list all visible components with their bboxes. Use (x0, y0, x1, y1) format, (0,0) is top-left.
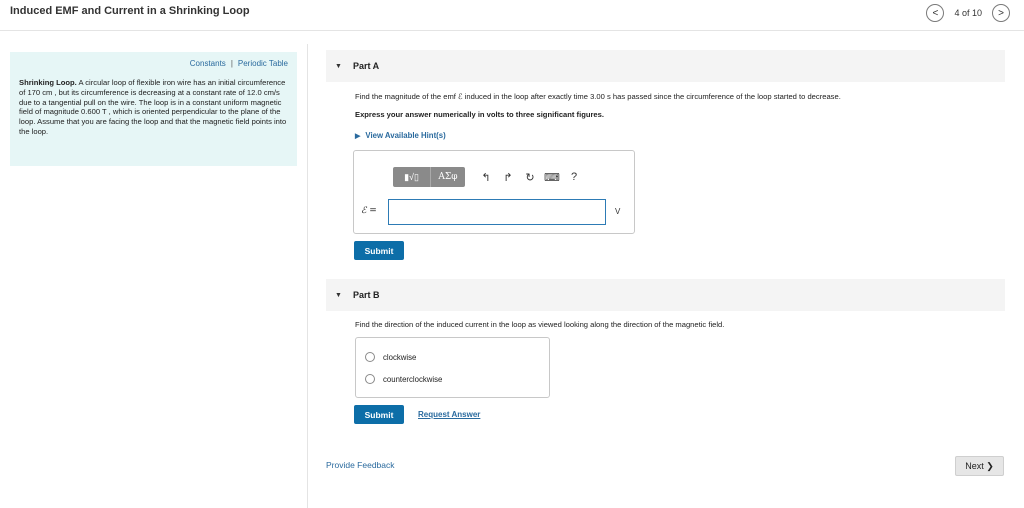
hints-label: View Available Hint(s) (365, 131, 446, 140)
request-answer-link[interactable]: Request Answer (418, 410, 480, 419)
undo-icon[interactable]: ↰ (475, 171, 497, 184)
option-clockwise[interactable]: clockwise (365, 352, 416, 362)
part-a-question: Find the magnitude of the emf ℰ induced … (355, 92, 841, 101)
resource-links: Constants | Periodic Table (190, 59, 288, 68)
part-b-label: Part B (352, 290, 380, 300)
keyboard-icon[interactable]: ⌨ (541, 171, 563, 184)
periodic-table-link[interactable]: Periodic Table (238, 59, 288, 68)
part-b-submit-button[interactable]: Submit (354, 405, 404, 424)
page-count: 4 of 10 (954, 8, 982, 18)
emf-variable-label: ℰ = (361, 206, 377, 216)
part-b-question: Find the direction of the induced curren… (355, 320, 725, 329)
caret-right-icon: ▶ (355, 133, 361, 140)
pager: < 4 of 10 > (926, 3, 1010, 23)
part-b-header[interactable]: ▼ Part B (326, 279, 1005, 311)
problem-panel: Constants | Periodic Table Shrinking Loop.… (10, 52, 297, 166)
collapse-triangle-icon: ▼ (335, 62, 342, 70)
template-group: ▮√▯ AΣφ (393, 167, 465, 187)
view-hints-link[interactable]: ▶ View Available Hint(s) (355, 131, 446, 140)
problem-statement: Shrinking Loop. A circular loop of flexi… (19, 78, 289, 137)
prev-item-button[interactable]: < (926, 4, 945, 22)
part-a-submit-button[interactable]: Submit (354, 241, 404, 260)
problem-title: Shrinking Loop. (19, 78, 77, 87)
next-button[interactable]: Next ❯ (955, 456, 1004, 476)
templates-button[interactable]: ▮√▯ (393, 167, 431, 187)
math-toolbar: ▮√▯ AΣφ ↰ ↱ ↻ ⌨ ? (393, 167, 585, 187)
radio-button[interactable] (365, 374, 375, 384)
constants-link[interactable]: Constants (190, 59, 226, 68)
emf-answer-input[interactable] (388, 199, 606, 225)
collapse-triangle-icon: ▼ (335, 291, 342, 299)
radio-button[interactable] (365, 352, 375, 362)
unit-label: V (615, 207, 621, 216)
next-item-button[interactable]: > (992, 4, 1010, 22)
redo-icon[interactable]: ↱ (497, 171, 519, 184)
provide-feedback-link[interactable]: Provide Feedback (326, 460, 395, 470)
part-a-header[interactable]: ▼ Part A (326, 50, 1005, 82)
page-title: Induced EMF and Current in a Shrinking L… (10, 5, 250, 17)
part-a-label: Part A (352, 61, 380, 71)
part-a-instruction: Express your answer numerically in volts… (355, 110, 604, 119)
top-header: Induced EMF and Current in a Shrinking L… (0, 0, 1024, 28)
option-label: clockwise (383, 352, 417, 362)
header-divider (0, 30, 1024, 31)
reset-icon[interactable]: ↻ (519, 171, 541, 184)
option-label: counterclockwise (383, 374, 443, 384)
column-divider (307, 44, 308, 508)
option-counterclockwise[interactable]: counterclockwise (365, 374, 442, 384)
greek-symbols-button[interactable]: AΣφ (431, 167, 465, 187)
link-separator: | (230, 59, 233, 68)
help-icon[interactable]: ? (563, 171, 585, 183)
answer-editor: ▮√▯ AΣφ ↰ ↱ ↻ ⌨ ? ℰ = V (353, 150, 635, 234)
direction-options: clockwise counterclockwise (355, 337, 550, 398)
